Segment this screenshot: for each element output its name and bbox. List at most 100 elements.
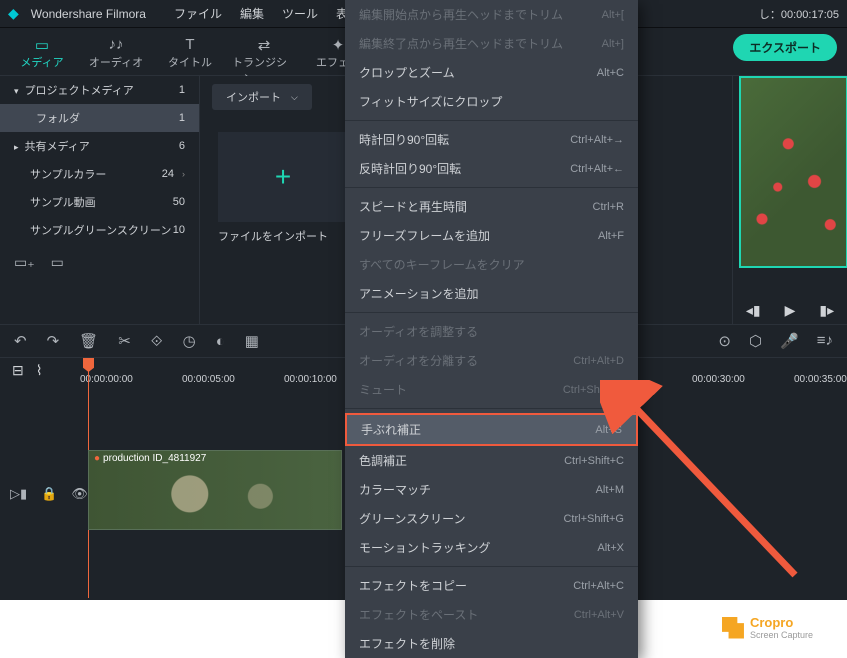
context-menu-separator [345,408,638,409]
new-folder-icon[interactable]: ▭₊ [14,254,35,271]
cut-icon[interactable]: ✂ [118,332,131,350]
tab-label: タイトル [168,54,212,70]
prev-frame-icon[interactable]: ◂▮ [746,302,761,319]
clip-label: ●production ID_4811927 [90,451,210,466]
ruler-tick: 00:00:35:00 [794,374,847,385]
count: 1 [179,84,185,96]
context-menu-item[interactable]: 時計回り90°回転Ctrl+Alt+→ [345,125,638,154]
menu-file[interactable]: ファイル [174,5,222,22]
import-dropdown[interactable]: インポート ⌵ [212,84,312,110]
crop-icon[interactable]: ⟐ [151,333,163,350]
render-icon[interactable]: ⊙ [718,332,731,350]
context-menu-separator [345,187,638,188]
next-frame-icon[interactable]: ▮▸ [819,302,834,319]
context-menu-item[interactable]: アニメーションを追加 [345,279,638,308]
watermark-brand: Cropro [750,615,793,630]
sidebar-item-folder[interactable]: フォルダ 1 [0,104,199,132]
cropro-watermark: Cropro Screen Capture [722,615,813,640]
delete-icon[interactable]: 🗑 [79,332,98,350]
undo-icon[interactable]: ↶ [14,332,27,350]
menu-item-shortcut: Ctrl+Alt+C [573,580,624,592]
context-menu-item[interactable]: グリーンスクリーンCtrl+Shift+G [345,504,638,533]
context-menu-item[interactable]: モーショントラッキングAlt+X [345,533,638,562]
record-voiceover-icon[interactable]: 🎤 [780,332,799,350]
import-dropzone[interactable]: + [218,132,348,222]
context-menu-item[interactable]: カラーマッチAlt+M [345,475,638,504]
redo-icon[interactable]: ↷ [47,332,60,350]
track-controls: ▷▮ 🔒 👁 [0,486,88,502]
menu-item-shortcut: Alt+] [602,38,624,50]
menu-item-label: 色調補正 [359,452,407,469]
menu-item-label: オーディオを分離する [359,352,478,369]
context-menu-item[interactable]: フィットサイズにクロップ [345,87,638,116]
watermark-subtitle: Screen Capture [750,630,813,640]
sidebar-item-sample-color[interactable]: サンプルカラー 24› [0,160,199,188]
menu-item-label: スピードと再生時間 [359,198,467,215]
menu-item-shortcut: Ctrl+Alt+D [573,355,624,367]
context-menu-item[interactable]: 手ぶれ補正Alt+S [345,413,638,446]
menu-edit[interactable]: 編集 [240,5,264,22]
tab-audio[interactable]: ♪♪ オーディオ [84,34,148,70]
marker-icon[interactable]: ⬡ [749,332,762,350]
play-icon[interactable]: ▶ [785,302,796,319]
visibility-icon[interactable]: 👁 [71,486,88,502]
media-sidebar: ▾プロジェクトメディア 1 フォルダ 1 ▸共有メディア 6 サンプルカラー 2… [0,76,200,324]
app-name: Wondershare Filmora [31,7,146,21]
count: 6 [179,140,185,152]
speed-icon[interactable]: ◷ [183,332,196,350]
lock-icon[interactable]: 🔒 [41,486,57,502]
export-button[interactable]: エクスポート [733,34,837,61]
context-menu-item[interactable]: 色調補正Ctrl+Shift+C [345,446,638,475]
context-menu-item: オーディオを分離する Ctrl+Alt+D [345,346,638,375]
preview-panel: ◂▮ ▶ ▮▸ [732,76,847,324]
menu-item-label: エフェクトを削除 [359,635,455,652]
context-menu-item: オーディオを調整する [345,317,638,346]
tab-media[interactable]: ▭ メディア [10,34,74,70]
context-menu-item: エフェクトをペーストCtrl+Alt+V [345,600,638,629]
ruler-tick: 00:00:10:00 [284,374,337,385]
tab-label: オーディオ [89,54,143,70]
context-menu-item[interactable]: エフェクトを削除 [345,629,638,658]
chevron-down-icon: ⌵ [291,92,298,103]
menu-tool[interactable]: ツール [282,5,318,22]
menu-item-label: 手ぶれ補正 [361,421,421,438]
context-menu-item[interactable]: フリーズフレームを追加Alt+F [345,221,638,250]
folder-icon[interactable]: ▭ [51,254,64,271]
menu-item-shortcut: Ctrl+Alt+← [570,163,624,175]
menu-item-label: アニメーションを追加 [359,285,479,302]
plus-icon: + [275,161,291,193]
context-menu-item: 編集終了点から再生ヘッドまでトリムAlt+] [345,29,638,58]
color-icon[interactable]: ◐ [216,333,225,350]
greenscreen-icon[interactable]: ▦ [245,332,259,350]
app-window: ◆ Wondershare Filmora ファイル 編集 ツール 表示 し：0… [0,0,847,600]
track-menu-icon[interactable]: ▷▮ [10,486,27,502]
cropro-logo-icon [722,617,744,639]
timecode-label: し：00:00:17:05 [759,6,839,22]
menu-item-shortcut: Alt+[ [602,9,624,21]
context-menu-item[interactable]: 反時計回り90°回転Ctrl+Alt+← [345,154,638,183]
menu-item-shortcut: Alt+C [597,67,624,79]
preview-video[interactable] [739,76,847,268]
effect-icon: ✦ [332,36,345,52]
record-dot-icon: ● [94,453,100,464]
menu-item-shortcut: Alt+X [597,542,624,554]
sidebar-item-sample-greenscreen[interactable]: サンプルグリーンスクリーン 10 [0,216,199,244]
text-icon: T [185,36,194,52]
sidebar-item-shared-media[interactable]: ▸共有メディア 6 [0,132,199,160]
music-icon: ♪♪ [109,36,124,52]
menu-item-shortcut: Ctrl+Alt+→ [570,134,624,146]
context-menu-item[interactable]: エフェクトをコピーCtrl+Alt+C [345,571,638,600]
timeline-settings-icon[interactable]: ⊟ [12,362,24,379]
context-menu-item[interactable]: スピードと再生時間Ctrl+R [345,192,638,221]
menu-bar: ファイル 編集 ツール 表示 [174,5,360,22]
context-menu-separator [345,120,638,121]
context-menu-item[interactable]: クロップとズームAlt+C [345,58,638,87]
sidebar-item-project-media[interactable]: ▾プロジェクトメディア 1 [0,76,199,104]
mixer-icon[interactable]: ≡♪ [817,332,833,350]
menu-item-label: オーディオを調整する [359,323,478,340]
menu-item-label: カラーマッチ [359,481,431,498]
transition-icon: ⇄ [258,36,271,52]
tab-title[interactable]: T タイトル [158,34,222,70]
sidebar-item-sample-video[interactable]: サンプル動画 50 [0,188,199,216]
link-icon[interactable]: ⌇ [36,362,43,379]
